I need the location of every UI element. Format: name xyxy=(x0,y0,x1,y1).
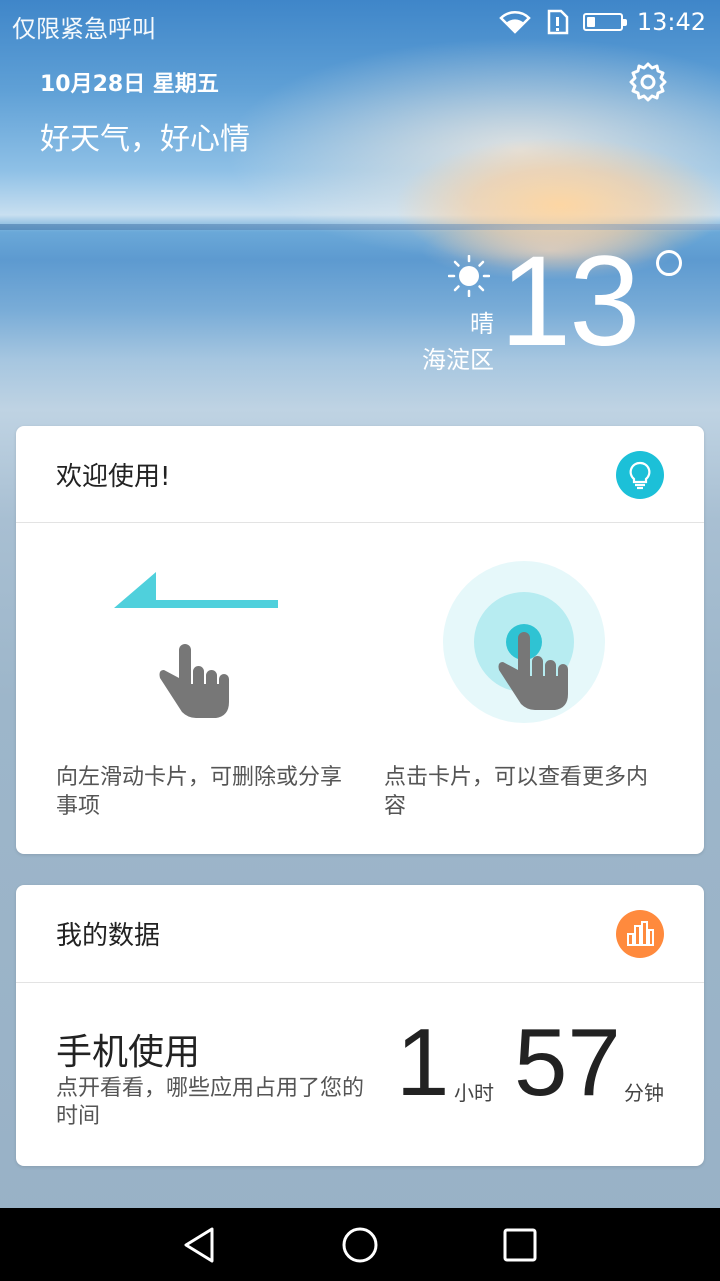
swipe-tip-text: 向左滑动卡片，可删除或分享事项 xyxy=(56,765,343,819)
weather-condition: 晴 xyxy=(470,310,494,338)
temperature: 13 xyxy=(500,230,640,373)
battery-icon xyxy=(582,13,627,31)
phone-usage-subtitle: 点开看看，哪些应用占用了您的时间 xyxy=(56,1076,365,1129)
recents-icon[interactable] xyxy=(500,1225,540,1265)
tap-tip-text: 点击卡片，可以查看更多内容 xyxy=(384,765,649,819)
home-icon[interactable] xyxy=(340,1225,380,1265)
card-divider xyxy=(16,522,704,523)
welcome-card-title: 欢迎使用! xyxy=(56,462,171,492)
date-label: 10月28日 星期五 xyxy=(40,72,219,97)
sun-icon xyxy=(448,255,490,297)
minutes-unit: 分钟 xyxy=(624,1081,664,1105)
degree-symbol xyxy=(656,250,682,276)
card-divider xyxy=(16,982,704,983)
my-data-card[interactable]: 我的数据 手机使用 点开看看，哪些应用占用了您的时间 1 小时 57 分钟 xyxy=(16,885,704,1166)
tap-illustration xyxy=(443,561,605,723)
gear-icon[interactable] xyxy=(626,60,670,104)
carrier-text: 仅限紧急呼叫 xyxy=(12,15,156,43)
welcome-card[interactable]: 欢迎使用! 向左滑动卡片，可删除或分享事项 点击卡片，可以查看更多内容 xyxy=(16,426,704,854)
usage-minutes: 57 xyxy=(514,1009,621,1116)
usage-hours: 1 xyxy=(396,1009,450,1116)
sim-alert-icon xyxy=(547,9,569,35)
phone-usage-title: 手机使用 xyxy=(56,1032,201,1073)
bar-chart-icon xyxy=(616,910,664,958)
wifi-icon xyxy=(499,11,531,34)
back-icon[interactable] xyxy=(180,1225,220,1265)
hours-unit: 小时 xyxy=(454,1081,494,1105)
weather-location[interactable]: 海淀区 xyxy=(400,340,494,375)
slogan-text: 好天气，好心情 xyxy=(40,122,250,157)
navigation-bar xyxy=(0,1208,720,1281)
my-data-card-title: 我的数据 xyxy=(56,921,161,951)
status-icons: 13:42 xyxy=(499,8,706,36)
clock: 13:42 xyxy=(636,8,706,36)
lightbulb-icon xyxy=(616,451,664,499)
status-bar: 仅限紧急呼叫 13:42 xyxy=(0,0,720,48)
swipe-left-illustration xyxy=(114,572,278,718)
